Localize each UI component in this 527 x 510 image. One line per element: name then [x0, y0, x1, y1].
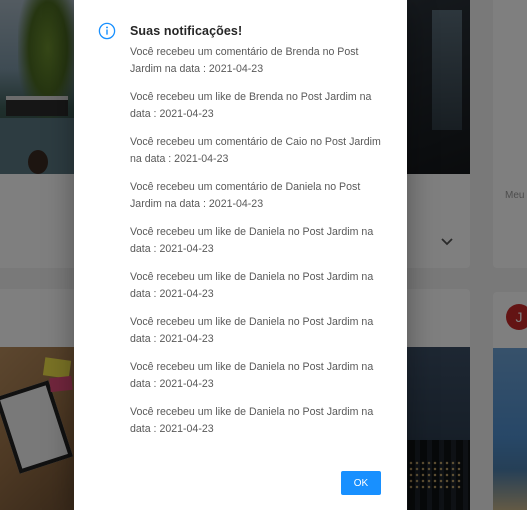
notification-item: Você recebeu um like de Daniela no Post … — [130, 406, 374, 435]
notification-item: Você recebeu um like de Daniela no Post … — [130, 316, 374, 345]
notification-list: Você recebeu um comentário de Brenda no … — [130, 44, 388, 449]
ok-button[interactable]: OK — [341, 471, 381, 495]
notification-item: Você recebeu um comentário de Daniela no… — [130, 181, 361, 210]
notifications-dialog: Suas notificações! Você recebeu um comen… — [74, 0, 407, 510]
notification-item: Você recebeu um comentário de Brenda no … — [130, 46, 359, 75]
notification-item: Você recebeu um like de Daniela no Post … — [130, 226, 374, 255]
info-circle-icon — [98, 22, 116, 40]
dialog-title: Suas notificações! — [130, 24, 243, 38]
notification-item: Você recebeu um like de Daniela no Post … — [130, 271, 374, 300]
notification-item: Você recebeu um like de Daniela no Post … — [130, 361, 374, 390]
notification-item: Você recebeu um comentário de Caio no Po… — [130, 136, 381, 165]
notification-item: Você recebeu um like de Brenda no Post J… — [130, 91, 372, 120]
dialog-header: Suas notificações! — [98, 22, 242, 40]
